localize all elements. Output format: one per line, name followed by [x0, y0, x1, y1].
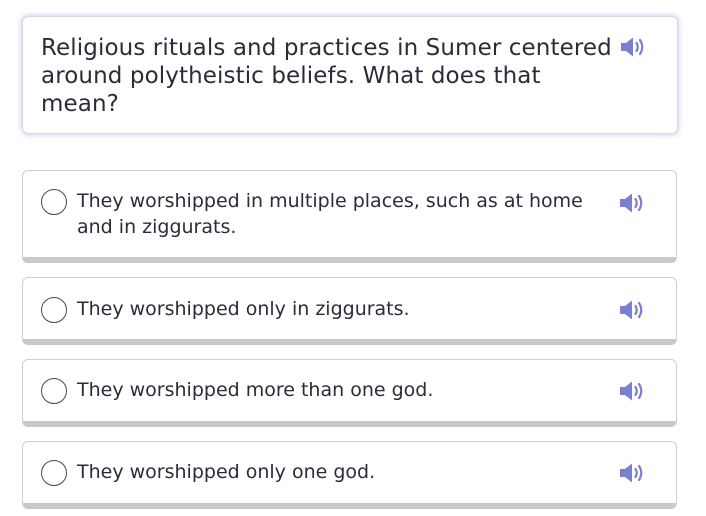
question-card: Religious rituals and practices in Sumer…	[22, 16, 678, 134]
radio-button[interactable]	[41, 189, 67, 215]
option-label: They worshipped in multiple places, such…	[77, 190, 583, 238]
speaker-icon[interactable]	[618, 380, 644, 402]
radio-button[interactable]	[41, 297, 67, 323]
answer-option-4[interactable]: They worshipped only one god.	[22, 441, 677, 509]
speaker-icon[interactable]	[618, 192, 644, 214]
question-text: Religious rituals and practices in Sumer…	[41, 35, 612, 117]
answer-option-3[interactable]: They worshipped more than one god.	[22, 359, 677, 427]
speaker-icon[interactable]	[619, 36, 645, 58]
radio-button[interactable]	[41, 460, 67, 486]
answer-option-1[interactable]: They worshipped in multiple places, such…	[22, 170, 677, 263]
answer-option-2[interactable]: They worshipped only in ziggurats.	[22, 277, 677, 345]
radio-button[interactable]	[41, 378, 67, 404]
option-label: They worshipped only in ziggurats.	[77, 298, 410, 320]
option-label: They worshipped more than one god.	[77, 379, 434, 401]
option-label: They worshipped only one god.	[77, 461, 376, 483]
speaker-icon[interactable]	[618, 299, 644, 321]
speaker-icon[interactable]	[618, 462, 644, 484]
